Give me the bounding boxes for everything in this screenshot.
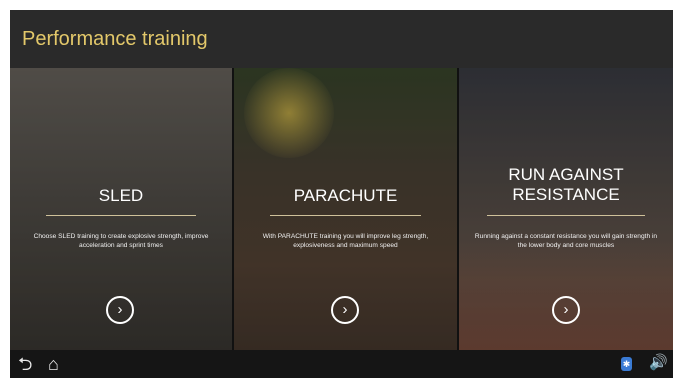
panel-description: With PARACHUTE training you will improve… — [262, 233, 429, 249]
panel-description: Running against a constant resistance yo… — [474, 233, 658, 249]
sled-panel[interactable]: SLED Choose SLED training to create expl… — [10, 68, 232, 350]
title-divider — [487, 215, 645, 216]
chevron-right-circle-icon[interactable]: › — [552, 296, 580, 324]
panel-title: RUN AGAINST RESISTANCE — [508, 165, 624, 204]
parachute-panel[interactable]: PARACHUTE With PARACHUTE training you wi… — [234, 68, 457, 350]
training-options: SLED Choose SLED training to create expl… — [10, 68, 673, 350]
chevron-right-circle-icon[interactable]: › — [106, 296, 134, 324]
title-divider — [46, 215, 196, 216]
panel-description: Choose SLED training to create explosive… — [33, 233, 209, 249]
header-bar: Performance training — [10, 10, 673, 68]
back-arrow-icon[interactable]: ⮌ — [18, 354, 32, 374]
run-against-resistance-panel[interactable]: RUN AGAINST RESISTANCE Running against a… — [459, 68, 673, 350]
panel-title: SLED — [98, 186, 144, 205]
page-title: Performance training — [22, 28, 208, 50]
home-icon[interactable]: ⌂ — [48, 354, 59, 374]
system-nav-bar: ⮌ ⌂ ✱ 🔊 — [10, 350, 673, 378]
chevron-right-circle-icon[interactable]: › — [331, 296, 359, 324]
panel-title: PARACHUTE — [293, 186, 398, 205]
bluetooth-icon: ✱ — [621, 357, 632, 371]
speaker-icon[interactable]: 🔊 — [649, 354, 668, 372]
title-divider — [270, 215, 421, 216]
app-screen: Performance training SLED Choose SLED tr… — [10, 10, 673, 378]
